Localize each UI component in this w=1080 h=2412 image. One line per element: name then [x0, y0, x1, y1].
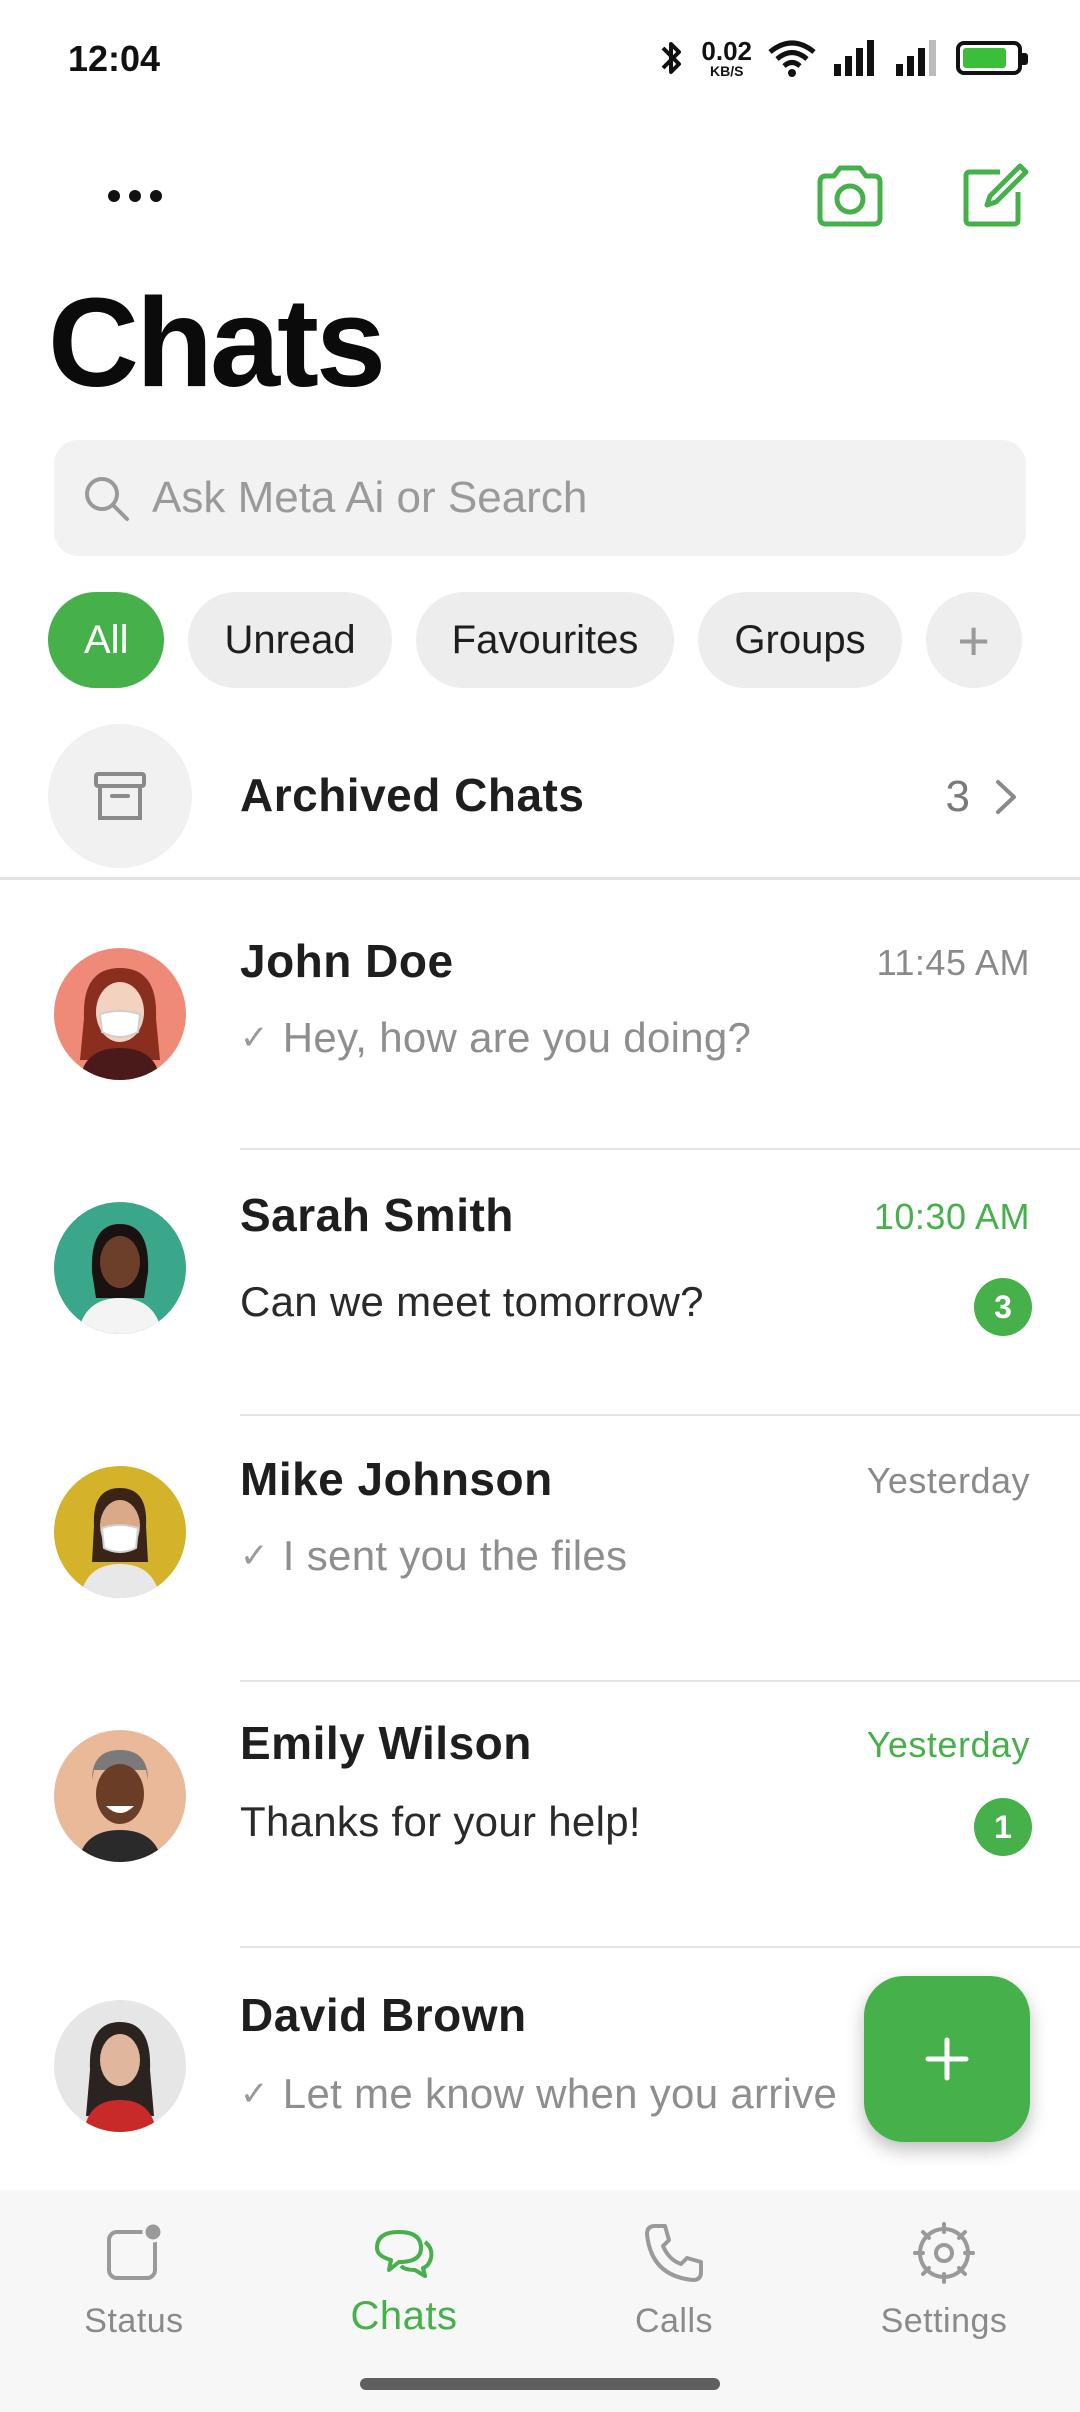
nav-label: Chats [350, 2294, 458, 2338]
nav-chats[interactable]: Chats [294, 2218, 514, 2358]
status-time: 12:04 [68, 38, 161, 79]
signal-icon [834, 40, 874, 76]
compose-icon[interactable] [960, 160, 1030, 230]
chat-message: Thanks for your help! [240, 1798, 641, 1845]
more-icon[interactable] [108, 176, 178, 216]
chat-preview: ✓ Let me know when you arrive [240, 2070, 837, 2118]
chat-name: John Doe [240, 935, 454, 987]
archived-count: 3 [945, 772, 970, 821]
search-input[interactable] [152, 473, 972, 523]
archived-chats-row[interactable]: Archived Chats 3 [0, 720, 1080, 880]
chat-message: Hey, how are you doing? [282, 1014, 752, 1061]
avatar[interactable] [54, 1730, 186, 1862]
avatar[interactable] [54, 1202, 186, 1334]
page-title: Chats [48, 272, 386, 413]
net-speed: 0.02 KB/S [701, 38, 752, 78]
chat-preview: ✓ I sent you the files [240, 1532, 627, 1580]
net-speed-value: 0.02 [701, 36, 752, 66]
filter-chip-favourites[interactable]: Favourites [415, 592, 675, 688]
camera-icon[interactable] [812, 162, 888, 230]
top-actions [0, 150, 1080, 240]
search-bar[interactable] [54, 440, 1026, 556]
home-indicator[interactable] [360, 2378, 720, 2390]
net-speed-unit: KB/S [709, 63, 744, 79]
chat-preview: Thanks for your help! [240, 1798, 641, 1846]
wifi-icon [768, 40, 816, 77]
check-icon: ✓ [240, 2075, 269, 2113]
avatar[interactable] [54, 948, 186, 1080]
unread-badge: 1 [974, 1798, 1032, 1856]
chat-row-emily-wilson[interactable]: Emily Wilson Yesterday Thanks for your h… [0, 1682, 1080, 1948]
settings-icon [913, 2222, 975, 2284]
nav-calls[interactable]: Calls [564, 2218, 784, 2358]
avatar-image [54, 1730, 186, 1862]
nav-status[interactable]: Status [24, 2218, 244, 2358]
avatar-image [54, 2000, 186, 2132]
chat-name: David Brown [240, 1989, 527, 2041]
chat-row-mike-johnson[interactable]: Mike Johnson Yesterday ✓ I sent you the … [0, 1416, 1080, 1682]
chat-name: Mike Johnson [240, 1453, 553, 1505]
avatar[interactable] [54, 1466, 186, 1598]
status-icon [107, 2221, 164, 2280]
filter-chips: All Unread Favourites Groups + [48, 592, 1032, 688]
unread-badge: 3 [974, 1278, 1032, 1336]
chat-time: Yesterday [866, 1460, 1030, 1501]
chat-preview: Can we meet tomorrow? [240, 1278, 704, 1326]
new-chat-fab[interactable] [864, 1976, 1030, 2142]
nav-label: Calls [634, 2302, 714, 2340]
chat-row-john-doe[interactable]: John Doe 11:45 AM ✓ Hey, how are you doi… [0, 884, 1080, 1150]
check-icon: ✓ [240, 1019, 269, 1057]
chat-time: Yesterday [866, 1724, 1030, 1765]
nav-settings[interactable]: Settings [834, 2218, 1054, 2358]
battery-fill [963, 48, 1007, 68]
avatar[interactable] [54, 2000, 186, 2132]
chevron-right-icon [996, 780, 1016, 814]
search-icon [85, 477, 129, 521]
chat-time: 11:45 AM [876, 942, 1030, 983]
status-bar: 12:04 0.02 KB/S [0, 0, 1080, 120]
chats-icon [375, 2230, 434, 2278]
plus-icon [925, 2037, 969, 2081]
status-icons: 0.02 KB/S [657, 38, 1028, 78]
chat-time: 10:30 AM [873, 1196, 1030, 1237]
archive-icon-container [48, 724, 192, 868]
avatar-image [54, 1466, 186, 1598]
chat-row-sarah-smith[interactable]: Sarah Smith 10:30 AM Can we meet tomorro… [0, 1150, 1080, 1416]
calls-icon [645, 2224, 703, 2282]
chat-name: Emily Wilson [240, 1717, 532, 1769]
filter-chip-all[interactable]: All [48, 592, 165, 688]
filter-chip-groups[interactable]: Groups [698, 592, 902, 688]
filter-chip-unread[interactable]: Unread [188, 592, 392, 688]
archive-icon [94, 772, 146, 820]
nav-label: Settings [880, 2302, 1008, 2340]
check-icon: ✓ [240, 1537, 269, 1575]
add-filter-button[interactable]: + [925, 592, 1022, 688]
bluetooth-icon [661, 42, 682, 74]
avatar-image [54, 1202, 186, 1334]
chat-name: Sarah Smith [240, 1189, 514, 1241]
avatar-image [54, 948, 186, 1080]
battery-icon [956, 41, 1028, 75]
archived-label: Archived Chats [240, 769, 585, 821]
chat-message: I sent you the files [282, 1532, 628, 1579]
chat-preview: ✓ Hey, how are you doing? [240, 1014, 751, 1062]
signal-icon-2 [896, 40, 936, 76]
nav-label: Status [84, 2302, 184, 2340]
chat-message: Let me know when you arrive [282, 2070, 838, 2117]
chat-message: Can we meet tomorrow? [240, 1278, 704, 1325]
